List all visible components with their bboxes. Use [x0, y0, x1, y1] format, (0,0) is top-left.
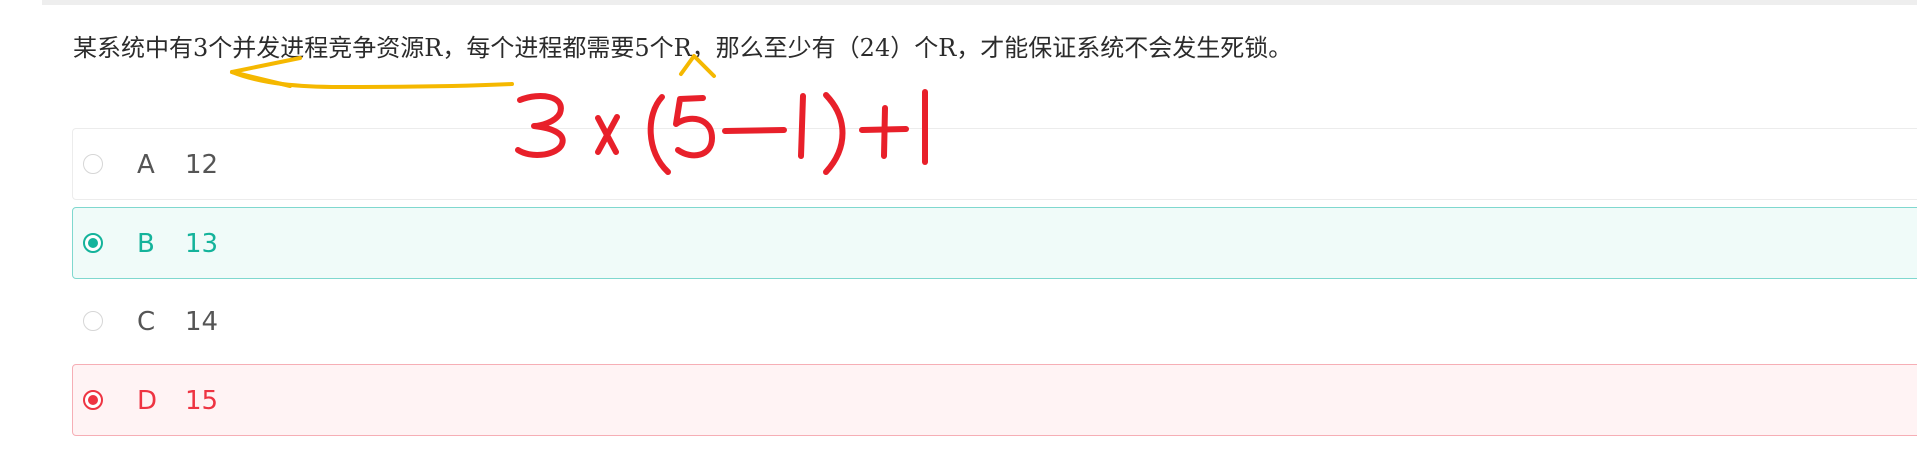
radio-d-dot — [88, 395, 98, 405]
option-b[interactable]: B 13 — [72, 207, 1917, 279]
top-divider — [42, 0, 1917, 5]
option-c-letter: C — [137, 307, 156, 337]
option-c[interactable]: C 14 — [72, 285, 1917, 357]
option-a-value: 12 — [185, 150, 219, 180]
option-a[interactable]: A 12 — [72, 128, 1917, 200]
radio-d[interactable] — [83, 390, 103, 410]
radio-a[interactable] — [83, 154, 103, 174]
option-d-value: 15 — [185, 386, 219, 416]
option-c-value: 14 — [185, 307, 219, 337]
option-b-value: 13 — [185, 229, 219, 259]
option-d-letter: D — [137, 386, 158, 416]
radio-b-dot — [88, 238, 98, 248]
question-text: 某系统中有3个并发进程竞争资源R，每个进程都需要5个R，那么至少有（24）个R，… — [73, 34, 1293, 62]
radio-b[interactable] — [83, 233, 103, 253]
option-b-letter: B — [137, 229, 155, 259]
radio-c[interactable] — [83, 311, 103, 331]
option-a-letter: A — [137, 150, 155, 180]
option-d[interactable]: D 15 — [72, 364, 1917, 436]
